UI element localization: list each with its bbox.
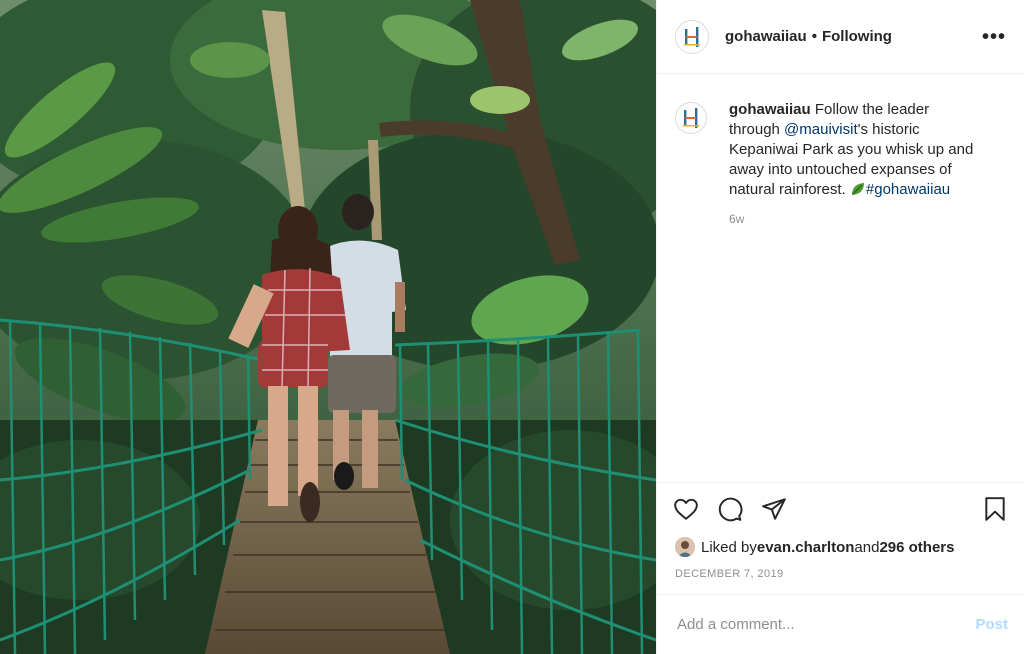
liker-avatar[interactable] bbox=[675, 537, 695, 557]
comment-bubble-icon[interactable] bbox=[717, 496, 743, 522]
like-heart-icon[interactable] bbox=[673, 496, 699, 522]
separator-dot: • bbox=[811, 28, 817, 45]
rainforest-bridge-image bbox=[0, 0, 656, 654]
post-header: gohawaiiau • Following ••• bbox=[657, 0, 1024, 74]
comment-input[interactable] bbox=[675, 615, 976, 634]
likes-prefix: Liked by bbox=[701, 538, 757, 556]
mention-link[interactable]: @mauivisit bbox=[784, 121, 858, 138]
post-caption: gohawaiiau Follow the leader through @ma… bbox=[729, 100, 979, 200]
caption-row: gohawaiiau Follow the leader through @ma… bbox=[675, 100, 1006, 200]
caption-username[interactable]: gohawaiiau bbox=[729, 101, 811, 118]
comment-form: Post bbox=[657, 594, 1024, 654]
post-photo[interactable] bbox=[0, 0, 656, 654]
brand-logo-icon bbox=[684, 26, 700, 47]
liker-username[interactable]: evan.charlton bbox=[757, 539, 855, 556]
share-send-icon[interactable] bbox=[761, 496, 787, 522]
action-bar bbox=[657, 482, 1024, 534]
save-bookmark-icon[interactable] bbox=[982, 496, 1008, 522]
hashtag-link[interactable]: #gohawaiiau bbox=[866, 181, 950, 198]
likes-summary: Liked by evan.charlton and 296 others bbox=[657, 534, 1024, 560]
leaf-emoji-icon bbox=[851, 183, 864, 195]
post-date[interactable]: DECEMBER 7, 2019 bbox=[657, 560, 1024, 588]
post-age[interactable]: 6w bbox=[729, 212, 1006, 226]
brand-logo-icon bbox=[683, 108, 699, 128]
comments-area: gohawaiiau Follow the leader through @ma… bbox=[657, 74, 1024, 482]
post-comment-button[interactable]: Post bbox=[975, 616, 1008, 633]
likes-others-link[interactable]: 296 others bbox=[879, 539, 954, 556]
likes-middle: and bbox=[854, 538, 880, 556]
caption-avatar[interactable] bbox=[675, 102, 707, 134]
post-side-panel: gohawaiiau • Following ••• gohawaiiau Fo… bbox=[656, 0, 1024, 654]
header-username[interactable]: gohawaiiau bbox=[725, 28, 807, 45]
post-container: gohawaiiau • Following ••• gohawaiiau Fo… bbox=[0, 0, 1024, 654]
following-button[interactable]: Following bbox=[822, 28, 892, 45]
more-options-icon[interactable]: ••• bbox=[982, 27, 1006, 47]
profile-avatar[interactable] bbox=[675, 19, 709, 54]
